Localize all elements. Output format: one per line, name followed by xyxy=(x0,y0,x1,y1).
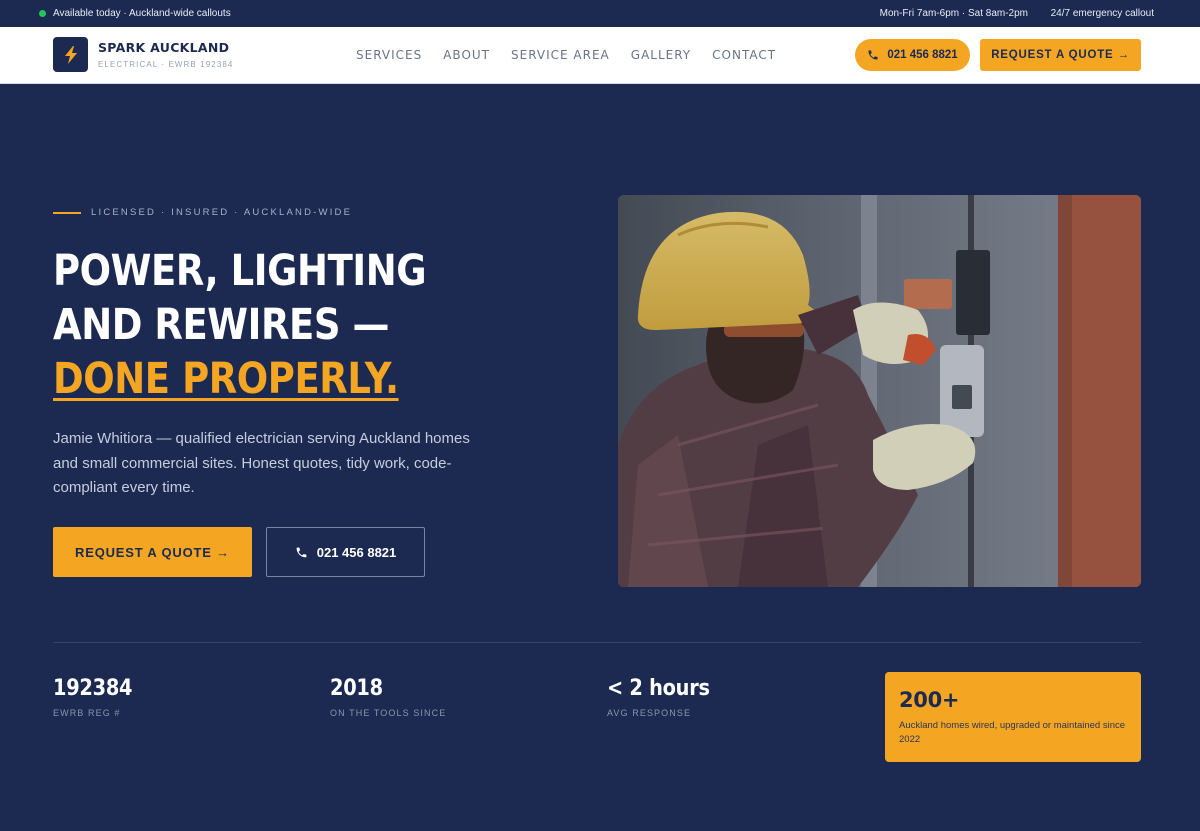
nav-link-about[interactable]: ABOUT xyxy=(443,48,490,62)
availability-status: Available today · Auckland-wide callouts xyxy=(39,8,231,19)
hero-request-quote-button[interactable]: REQUEST A QUOTE → xyxy=(53,527,252,577)
availability-text: Available today · Auckland-wide callouts xyxy=(53,8,231,19)
nav-link-contact[interactable]: CONTACT xyxy=(712,48,776,62)
nav-phone-button[interactable]: 021 456 8821 xyxy=(855,39,970,71)
stat-value: 192384 xyxy=(53,676,133,701)
stat-ewrb: 192384 EWRB REG # xyxy=(53,676,143,718)
brand-name[interactable]: SPARK AUCKLAND xyxy=(98,40,229,55)
stat-value: < 2 hours xyxy=(607,676,710,701)
hero-description: Jamie Whitiora — qualified electrician s… xyxy=(53,430,470,496)
nav-link-gallery[interactable]: GALLERY xyxy=(631,48,691,62)
main-navbar: SPARK AUCKLAND ELECTRICAL · EWRB 192384 … xyxy=(0,27,1200,84)
hero-phone-label: 021 456 8821 xyxy=(316,544,397,560)
hero-photo xyxy=(618,195,1141,587)
top-info-bar: Available today · Auckland-wide callouts… xyxy=(0,0,1200,27)
headline-line-2: AND REWIRES — xyxy=(53,300,390,350)
stat-since: 2018 ON THE TOOLS SINCE xyxy=(330,676,446,718)
hero-phone-button[interactable]: 021 456 8821 xyxy=(266,527,425,577)
headline-line-1: POWER, LIGHTING xyxy=(53,246,427,296)
hero-headline: POWER, LIGHTING AND REWIRES — DONE PROPE… xyxy=(53,244,500,406)
lightning-bolt-icon xyxy=(64,45,77,64)
nav-link-services[interactable]: SERVICES xyxy=(356,48,422,62)
headline-accent: DONE PROPERLY. xyxy=(53,354,399,404)
emergency-callout-text: 24/7 emergency callout xyxy=(1050,8,1154,19)
nav-link-service-area[interactable]: SERVICE AREA xyxy=(511,48,610,62)
nav-request-quote-button[interactable]: REQUEST A QUOTE → xyxy=(980,39,1141,71)
business-hours: Mon-Fri 7am-6pm · Sat 8am-2pm xyxy=(879,8,1028,19)
section-divider xyxy=(53,642,1141,643)
homes-wired-card: 200+ Auckland homes wired, upgraded or m… xyxy=(885,672,1141,762)
hero-kicker: LICENSED · INSURED · AUCKLAND-WIDE xyxy=(53,207,352,218)
stat-response: < 2 hours AVG RESPONSE xyxy=(607,676,724,718)
brand-subtitle: ELECTRICAL · EWRB 192384 xyxy=(98,60,234,69)
stat-value: 2018 xyxy=(330,676,383,701)
kicker-rule xyxy=(53,211,81,214)
status-dot-icon xyxy=(39,10,46,17)
phone-icon xyxy=(868,50,878,60)
homes-wired-value: 200+ xyxy=(899,688,960,712)
brand-logo[interactable] xyxy=(53,37,88,72)
electrician-illustration xyxy=(618,195,1141,587)
phone-icon xyxy=(296,547,307,557)
nav-phone-label: 021 456 8821 xyxy=(887,49,958,61)
stat-label: ON THE TOOLS SINCE xyxy=(330,708,447,718)
kicker-text: LICENSED · INSURED · AUCKLAND-WIDE xyxy=(91,207,353,218)
stat-label: EWRB REG # xyxy=(53,708,121,718)
stat-label: AVG RESPONSE xyxy=(607,708,692,718)
nav-links: SERVICES ABOUT SERVICE AREA GALLERY CONT… xyxy=(356,48,797,62)
homes-wired-description: Auckland homes wired, upgraded or mainta… xyxy=(899,720,1126,745)
